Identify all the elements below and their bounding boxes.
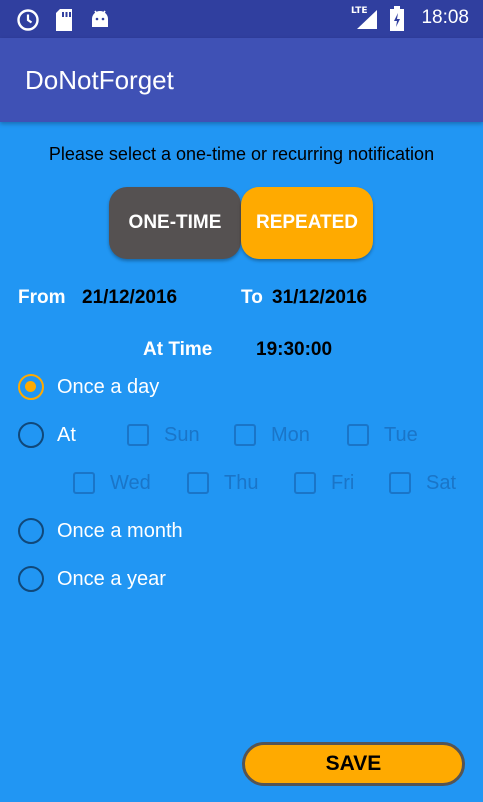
once-a-day-label[interactable]: Once a day (57, 376, 159, 399)
at-label[interactable]: At (57, 424, 76, 447)
to-label: To (241, 287, 263, 308)
once-a-month-radio[interactable] (18, 518, 44, 544)
at-radio[interactable] (18, 422, 44, 448)
once-a-day-radio[interactable] (18, 374, 44, 400)
signal-icon (357, 10, 377, 29)
sat-label: Sat (426, 472, 457, 494)
sun-checkbox[interactable] (127, 424, 149, 446)
from-date[interactable]: 21/12/2016 (82, 287, 177, 309)
tue-checkbox[interactable] (347, 424, 369, 446)
fri-label: Fri (331, 472, 355, 494)
thu-checkbox[interactable] (187, 472, 209, 494)
android-icon (92, 10, 108, 27)
fri-checkbox[interactable] (294, 472, 316, 494)
sd-card-icon (56, 9, 72, 31)
once-a-year-label[interactable]: Once a year (57, 568, 166, 591)
repeated-button[interactable]: REPEATED (241, 187, 373, 259)
app-bar: DoNotForget (0, 38, 483, 122)
to-date[interactable]: 31/12/2016 (272, 287, 367, 309)
tue-label: Tue (384, 424, 418, 446)
from-label: From (18, 287, 66, 308)
thu-label: Thu (224, 472, 259, 494)
wed-checkbox[interactable] (73, 472, 95, 494)
sat-checkbox[interactable] (389, 472, 411, 494)
clock-icon (17, 9, 39, 31)
status-bar: LTE 18:08 (0, 0, 483, 38)
instruction-text: Please select a one-time or recurring no… (48, 144, 435, 164)
once-a-year-radio[interactable] (18, 566, 44, 592)
battery-icon (390, 6, 404, 31)
at-time-label: At Time (143, 339, 213, 360)
mon-checkbox[interactable] (234, 424, 256, 446)
once-a-month-label[interactable]: Once a month (57, 520, 183, 543)
mon-label: Mon (271, 424, 310, 446)
sun-label: Sun (164, 424, 200, 446)
time-value[interactable]: 19:30:00 (256, 339, 332, 361)
save-button[interactable]: SAVE (242, 742, 465, 786)
one-time-button[interactable]: ONE-TIME (109, 187, 241, 259)
app-title: DoNotForget (25, 65, 174, 95)
wed-label: Wed (110, 472, 151, 494)
status-time: 18:08 (421, 7, 469, 28)
